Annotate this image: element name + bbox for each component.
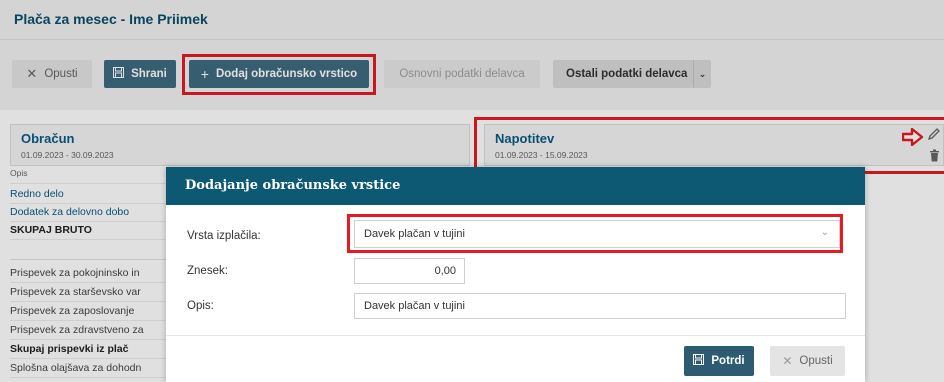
dialog-header: Dodajanje obračunske vrstice (166, 167, 865, 205)
type-label: Vrsta izplačila: (187, 230, 261, 242)
confirm-button[interactable]: Potrdi (684, 346, 754, 376)
amount-field[interactable]: 0,00 (354, 258, 465, 284)
amount-label: Znesek: (187, 265, 228, 277)
add-row-dialog: Dodajanje obračunske vrstice Vrsta izpla… (166, 167, 865, 382)
description-label: Opis: (187, 300, 214, 312)
dialog-cancel-button[interactable]: ✕ Opusti (770, 346, 845, 376)
confirm-label: Potrdi (711, 355, 745, 367)
type-select[interactable]: Davek plačan v tujini ⌄ (354, 220, 840, 248)
dialog-title: Dodajanje obračunske vrstice (185, 178, 401, 193)
amount-value: 0,00 (434, 265, 456, 277)
description-field[interactable]: Davek plačan v tujini (354, 293, 846, 319)
dialog-cancel-label: Opusti (799, 355, 833, 367)
close-icon: ✕ (782, 354, 793, 368)
dialog-footer-divider (166, 335, 865, 336)
chevron-down-icon: ⌄ (820, 227, 829, 238)
description-value: Davek plačan v tujini (364, 300, 465, 312)
type-select-value: Davek plačan v tujini (364, 228, 465, 240)
save-icon (693, 354, 705, 368)
